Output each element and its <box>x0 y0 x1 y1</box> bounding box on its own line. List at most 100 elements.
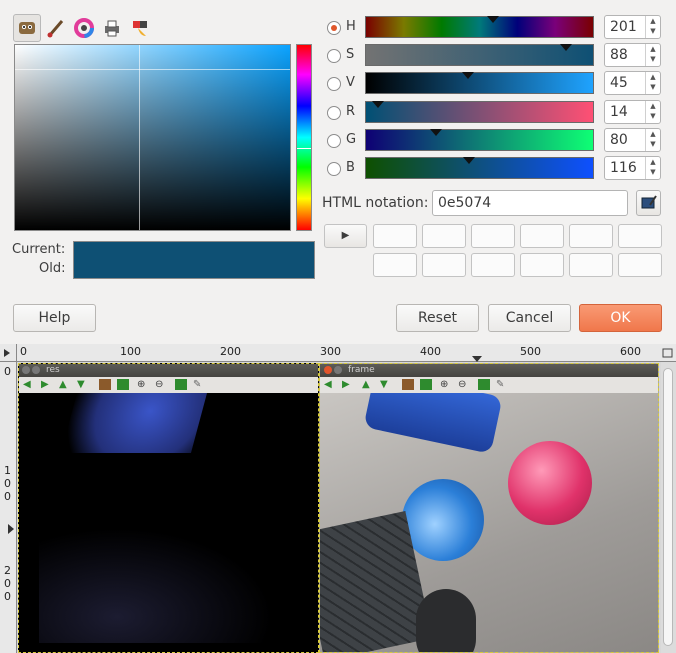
history-swatch[interactable] <box>520 253 564 277</box>
spin-b[interactable]: 116 ▲ ▼ <box>604 156 661 180</box>
spin-h[interactable]: 201 ▲ ▼ <box>604 15 661 39</box>
arrow-left-icon[interactable]: ◀ <box>23 379 35 390</box>
arrow-right-icon[interactable]: ▶ <box>342 379 354 390</box>
radio-r[interactable] <box>327 106 341 120</box>
comment-icon[interactable] <box>117 379 129 390</box>
label-v: V <box>346 75 355 90</box>
vertical-scrollbar[interactable] <box>661 362 676 653</box>
brush-icon[interactable]: ✎ <box>496 379 508 390</box>
spin-r-value[interactable]: 14 <box>610 104 628 120</box>
history-swatch[interactable] <box>569 224 613 248</box>
slider-v[interactable] <box>365 72 594 94</box>
printer-selector-tab[interactable] <box>98 14 126 42</box>
arrow-left-icon[interactable]: ◀ <box>324 379 336 390</box>
play-arrow-icon: ▶ <box>341 230 350 241</box>
radio-h[interactable] <box>327 21 341 35</box>
history-swatch[interactable] <box>373 253 417 277</box>
slider-b-thumb[interactable] <box>463 157 476 164</box>
add-to-history-button[interactable]: ▶ <box>324 224 367 248</box>
photo-pink-ball <box>508 441 592 525</box>
close-icon[interactable] <box>324 366 332 374</box>
spin-h-arrows[interactable]: ▲ ▼ <box>645 16 660 38</box>
zoom-in-icon[interactable]: ⊕ <box>440 379 452 390</box>
brush-icon[interactable]: ✎ <box>193 379 205 390</box>
spin-g[interactable]: 80 ▲ ▼ <box>604 128 661 152</box>
spin-b-arrows[interactable]: ▲ ▼ <box>645 157 660 179</box>
spin-h-value[interactable]: 201 <box>610 19 637 35</box>
spin-r[interactable]: 14 ▲ ▼ <box>604 100 661 124</box>
spin-v-arrows[interactable]: ▲ ▼ <box>645 72 660 94</box>
cancel-button[interactable]: Cancel <box>488 304 571 332</box>
close-icon[interactable] <box>22 366 30 374</box>
spin-v-value[interactable]: 45 <box>610 75 628 91</box>
horizontal-ruler[interactable]: 0 100 200 300 400 500 600 <box>17 344 659 362</box>
brush-selector-tab[interactable] <box>42 14 70 42</box>
save-icon[interactable] <box>478 379 490 390</box>
reset-button[interactable]: Reset <box>396 304 479 332</box>
minimize-icon[interactable] <box>334 366 342 374</box>
radio-b[interactable] <box>327 162 341 176</box>
slider-h-thumb[interactable] <box>487 16 500 23</box>
zoom-out-icon[interactable]: ⊖ <box>458 379 470 390</box>
old-color-swatch[interactable] <box>74 260 314 278</box>
eyedropper-icon <box>641 195 657 209</box>
html-notation-input[interactable]: 0e5074 <box>432 190 628 216</box>
arrow-down-icon[interactable]: ▼ <box>77 379 89 390</box>
history-swatch[interactable] <box>618 224 662 248</box>
spin-g-arrows[interactable]: ▲ ▼ <box>645 129 660 151</box>
spin-s[interactable]: 88 ▲ ▼ <box>604 43 661 67</box>
slider-r-thumb[interactable] <box>372 101 385 108</box>
html-notation-value[interactable]: 0e5074 <box>438 195 491 211</box>
saturation-value-square[interactable] <box>14 44 291 231</box>
help-button[interactable]: Help <box>13 304 96 332</box>
image-icon[interactable] <box>99 379 111 390</box>
ruler-tick: 600 <box>620 345 641 358</box>
minimize-icon[interactable] <box>32 366 40 374</box>
arrow-down-icon[interactable]: ▼ <box>380 379 392 390</box>
radio-v[interactable] <box>327 77 341 91</box>
slider-s-thumb[interactable] <box>559 44 572 51</box>
history-swatch[interactable] <box>471 224 515 248</box>
slider-r[interactable] <box>365 101 594 123</box>
zoom-out-icon[interactable]: ⊖ <box>155 379 167 390</box>
image-icon[interactable] <box>402 379 414 390</box>
radio-s[interactable] <box>327 49 341 63</box>
arrow-up-icon[interactable]: ▲ <box>59 379 71 390</box>
spin-g-value[interactable]: 80 <box>610 132 628 148</box>
slider-b[interactable] <box>365 157 594 179</box>
ruler-corner[interactable] <box>0 344 17 362</box>
history-swatch[interactable] <box>373 224 417 248</box>
slider-g[interactable] <box>365 129 594 151</box>
slider-s[interactable] <box>365 44 594 66</box>
history-swatch[interactable] <box>569 253 613 277</box>
history-swatch[interactable] <box>422 224 466 248</box>
comment-icon[interactable] <box>420 379 432 390</box>
vertical-ruler[interactable]: 0 1 0 0 2 0 0 <box>0 362 17 653</box>
spin-v[interactable]: 45 ▲ ▼ <box>604 71 661 95</box>
zoom-toggle-button[interactable] <box>659 344 676 362</box>
eyedropper-button[interactable] <box>636 190 661 216</box>
history-swatch[interactable] <box>520 224 564 248</box>
radio-g[interactable] <box>327 134 341 148</box>
gimp-selector-tab[interactable] <box>13 14 41 42</box>
wheel-selector-tab[interactable] <box>70 14 98 42</box>
ruler-tick: 100 <box>120 345 141 358</box>
spin-b-value[interactable]: 116 <box>610 160 637 176</box>
arrow-right-icon[interactable]: ▶ <box>41 379 53 390</box>
spin-s-arrows[interactable]: ▲ ▼ <box>645 44 660 66</box>
watercolor-selector-tab[interactable] <box>126 14 154 42</box>
history-swatch[interactable] <box>618 253 662 277</box>
slider-g-thumb[interactable] <box>430 129 443 136</box>
spin-r-arrows[interactable]: ▲ ▼ <box>645 101 660 123</box>
scrollbar-thumb[interactable] <box>663 368 673 646</box>
slider-h[interactable] <box>365 16 594 38</box>
save-icon[interactable] <box>175 379 187 390</box>
arrow-up-icon[interactable]: ▲ <box>362 379 374 390</box>
history-swatch[interactable] <box>471 253 515 277</box>
zoom-in-icon[interactable]: ⊕ <box>137 379 149 390</box>
spin-s-value[interactable]: 88 <box>610 47 628 63</box>
slider-v-thumb[interactable] <box>462 72 475 79</box>
ok-button[interactable]: OK <box>579 304 662 332</box>
hue-strip[interactable] <box>296 44 312 231</box>
history-swatch[interactable] <box>422 253 466 277</box>
